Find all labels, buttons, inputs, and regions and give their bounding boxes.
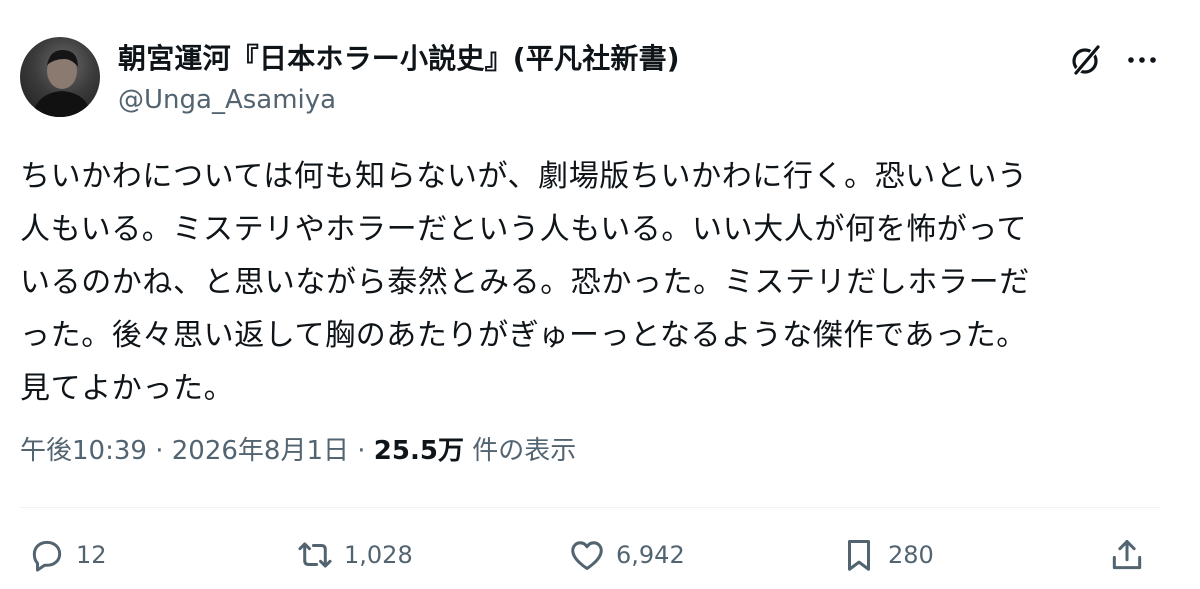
reply-count: 12 [76, 541, 107, 569]
divider [20, 507, 1160, 508]
bookmark-icon [847, 540, 871, 571]
bookmark-count: 280 [888, 541, 934, 569]
author-handle[interactable]: @Unga_Asamiya [118, 84, 336, 116]
like-button[interactable]: 6,942 [568, 533, 685, 577]
more-icon[interactable] [1124, 48, 1160, 72]
tweet-time[interactable]: 午後10:39 [20, 436, 147, 466]
share-button[interactable] [1108, 533, 1146, 577]
tweet-meta: 午後10:39 · 2026年8月1日 · 25.5万 件の表示 [20, 432, 576, 470]
tweet-text-line: 人もいる。ミステリやホラーだという人もいる。いい大人が何を怖がって [20, 212, 1028, 247]
meta-separator: · [146, 436, 172, 466]
retweet-count: 1,028 [344, 541, 413, 569]
avatar-portrait [32, 49, 92, 117]
tweet-text-line: ちいかわについては何も知らないが、劇場版ちいかわに行く。恐いという [20, 159, 1028, 194]
heart-icon [571, 541, 603, 570]
share-icon [1112, 540, 1142, 570]
bookmark-button[interactable]: 280 [840, 533, 934, 577]
like-count: 6,942 [616, 541, 685, 569]
meta-separator: · [349, 436, 374, 466]
grok-icon[interactable] [1068, 42, 1104, 78]
tweet-text-line: いるのかね、と思いながら泰然とみる。恐かった。ミステリだしホラーだ [20, 265, 1030, 300]
retweet-button[interactable]: 1,028 [296, 533, 413, 577]
tweet-date[interactable]: 2026年8月1日 [172, 436, 349, 466]
avatar[interactable] [20, 37, 100, 117]
tweet-text-line: った。後々思い返して胸のあたりがぎゅーっとなるような傑作であった。 [20, 318, 1027, 353]
reply-icon [32, 540, 62, 572]
tweet: 朝宮運河『日本ホラー小説史』(平凡社新書) @Unga_Asamiya ちいかわ… [0, 0, 1200, 589]
views-count[interactable]: 25.5万 [374, 436, 464, 466]
views-label: 件の表示 [463, 436, 577, 466]
tweet-text-line: 見てよかった。 [20, 371, 235, 406]
retweet-icon [298, 542, 332, 568]
author-display-name[interactable]: 朝宮運河『日本ホラー小説史』(平凡社新書) [118, 42, 680, 76]
reply-button[interactable]: 12 [28, 533, 107, 577]
tweet-text: ちいかわについては何も知らないが、劇場版ちいかわに行く。恐いという 人もいる。ミ… [20, 150, 1180, 415]
